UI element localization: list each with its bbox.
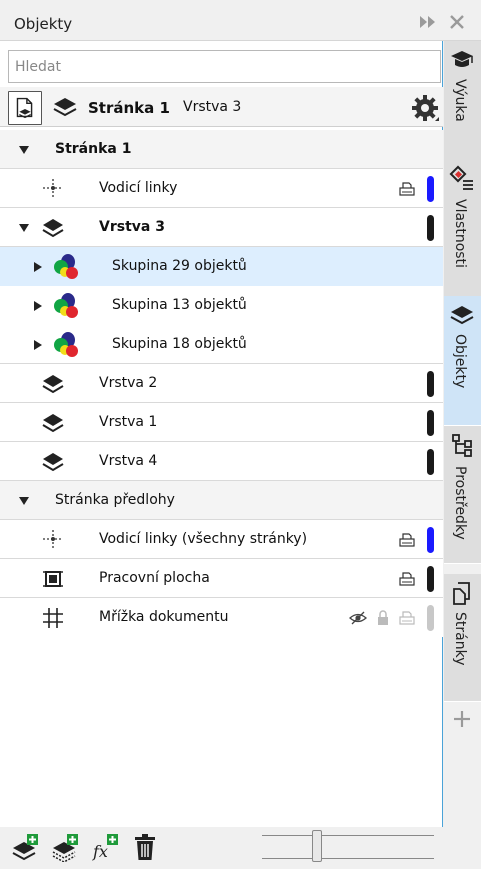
layer-icon: [42, 219, 64, 238]
group-label: Skupina 18 objektů: [112, 336, 247, 352]
printer-icon[interactable]: [398, 531, 416, 549]
group-row[interactable]: Skupina 13 objektů: [0, 286, 443, 325]
tree-page-row[interactable]: Stránka 1: [0, 130, 443, 169]
group-objects-icon: [54, 332, 78, 357]
printer-icon[interactable]: [398, 609, 416, 627]
svg-text:fx: fx: [92, 842, 108, 861]
layer-label: Vrstva 3: [99, 219, 165, 235]
eye-hidden-icon[interactable]: [349, 609, 367, 627]
group-row-selected[interactable]: Skupina 29 objektů: [0, 247, 443, 286]
panel-footer-toolbar: fx: [0, 827, 443, 869]
layer-color-bar: [427, 215, 434, 241]
group-row[interactable]: Skupina 18 objektů: [0, 325, 443, 364]
tab-label: Stránky: [452, 612, 468, 666]
group-label: Skupina 29 objektů: [112, 258, 247, 274]
zoom-slider-thumb[interactable]: [312, 830, 322, 862]
layers-icon: [450, 306, 474, 325]
layer-color-bar: [427, 566, 434, 592]
layer-color-bar: [427, 410, 434, 436]
desktop-layer-row[interactable]: Pracovní plocha: [0, 559, 443, 598]
properties-icon: [449, 165, 473, 190]
layer-row-2[interactable]: Vrstva 2: [0, 364, 443, 403]
desktop-icon: [43, 571, 63, 587]
page-layers-icon: [16, 97, 33, 119]
page-mode-button[interactable]: [8, 91, 42, 125]
grid-layer-row[interactable]: Mřížka dokumentu: [0, 598, 443, 637]
master-page-row[interactable]: Stránka předlohy: [0, 481, 443, 520]
collapsed-triangle-icon[interactable]: [32, 339, 44, 351]
layer-color-bar: [427, 176, 434, 202]
group-objects-icon: [54, 254, 78, 279]
tab-label: Vlastnosti: [452, 199, 468, 268]
new-layer-icon[interactable]: [10, 832, 40, 862]
double-chevron-right-icon[interactable]: [418, 14, 438, 30]
master-page-label: Stránka předlohy: [55, 492, 175, 508]
lock-icon[interactable]: [374, 609, 392, 627]
guides-icon: [43, 530, 63, 550]
panel-titlebar: Objekty: [0, 0, 481, 41]
grid-layer-label: Mřížka dokumentu: [99, 609, 229, 625]
layer-color-bar: [427, 605, 434, 631]
fx-icon[interactable]: fx: [90, 832, 120, 862]
tab-objekty[interactable]: Objekty: [444, 296, 481, 426]
page-label: Stránka 1: [55, 141, 132, 157]
layer-label: Vrstva 1: [99, 414, 158, 430]
trash-icon[interactable]: [130, 832, 160, 862]
layer-icon: [42, 414, 64, 433]
group-label: Skupina 13 objektů: [112, 297, 247, 313]
guides-layer-label: Vodicí linky: [99, 180, 178, 196]
master-guides-row[interactable]: Vodicí linky (všechny stránky): [0, 520, 443, 559]
layer-label: Vrstva 2: [99, 375, 158, 391]
expand-triangle-icon[interactable]: [18, 222, 30, 234]
gear-icon[interactable]: [411, 94, 439, 122]
zoom-slider-track[interactable]: [262, 835, 434, 859]
tab-label: Objekty: [452, 334, 468, 389]
guides-layer-row[interactable]: Vodicí linky: [0, 169, 443, 208]
desktop-layer-label: Pracovní plocha: [99, 570, 210, 586]
tab-prostredky[interactable]: Prostředky: [444, 426, 481, 564]
new-master-layer-icon[interactable]: [50, 832, 80, 862]
layer-label: Vrstva 4: [99, 453, 158, 469]
current-layer-label: Vrstva 3: [183, 99, 242, 115]
printer-icon[interactable]: [398, 570, 416, 588]
layer-row-3[interactable]: Vrstva 3: [0, 208, 443, 247]
master-guides-label: Vodicí linky (všechny stránky): [99, 531, 308, 547]
tab-label: Prostředky: [452, 466, 468, 540]
layer-color-bar: [427, 449, 434, 475]
objects-panel: Stránka 1 Vrstva 3 Stránka 1 Vodicí link…: [0, 41, 443, 827]
layer-row-4[interactable]: Vrstva 4: [0, 442, 443, 481]
docker-tab-strip: Výuka Vlastnosti Objekty Prostředky Strá…: [444, 41, 481, 869]
grid-icon: [43, 608, 63, 628]
context-bar: Stránka 1 Vrstva 3: [0, 87, 443, 127]
search-input[interactable]: [8, 50, 441, 83]
layer-icon: [42, 375, 64, 394]
add-docker-icon[interactable]: [452, 709, 472, 729]
expand-triangle-icon[interactable]: [18, 144, 30, 156]
group-objects-icon: [54, 293, 78, 318]
close-icon[interactable]: [448, 13, 466, 31]
layer-color-bar: [427, 371, 434, 397]
pages-icon: [453, 582, 470, 605]
graduation-cap-icon: [451, 51, 473, 67]
layer-row-1[interactable]: Vrstva 1: [0, 403, 443, 442]
layer-icon: [53, 98, 77, 117]
expand-triangle-icon[interactable]: [18, 495, 30, 507]
assets-icon: [452, 434, 472, 457]
tab-vlastnosti[interactable]: Vlastnosti: [444, 159, 481, 307]
layer-icon: [42, 453, 64, 472]
guides-icon: [43, 179, 63, 199]
tab-stranky[interactable]: Stránky: [444, 574, 481, 702]
collapsed-triangle-icon[interactable]: [32, 261, 44, 273]
collapsed-triangle-icon[interactable]: [32, 300, 44, 312]
current-page-label: Stránka 1: [88, 99, 170, 117]
tab-label: Výuka: [452, 79, 468, 122]
layer-color-bar: [427, 527, 434, 553]
tab-vyuka[interactable]: Výuka: [444, 41, 481, 167]
printer-icon[interactable]: [398, 180, 416, 198]
panel-title: Objekty: [14, 15, 73, 33]
